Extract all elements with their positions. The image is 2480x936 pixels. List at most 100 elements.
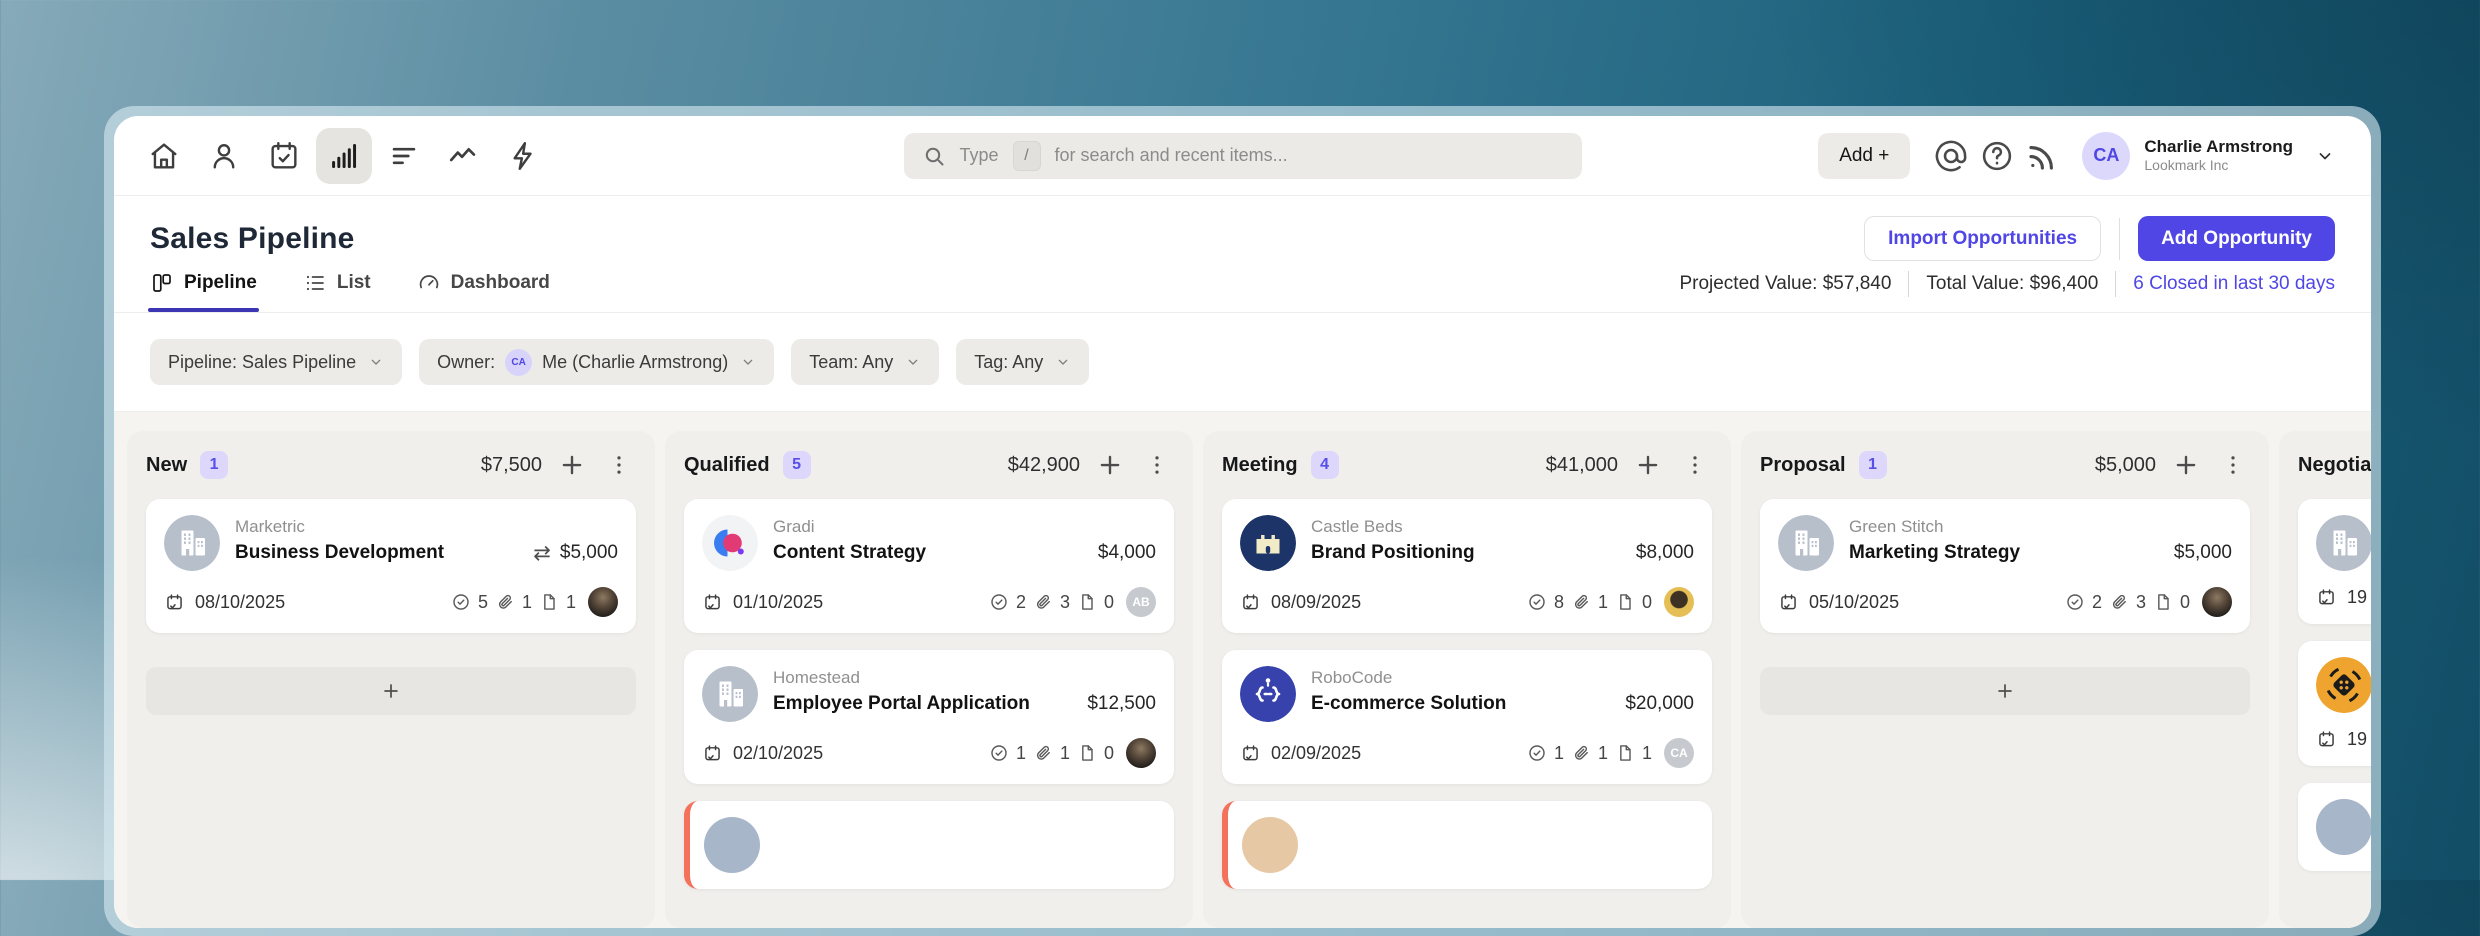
attachments-count: 3 <box>2135 591 2146 612</box>
column-menu-icon[interactable] <box>1678 448 1712 482</box>
projected-value: Projected Value: $57,840 <box>1679 273 1892 294</box>
closed-deals-link[interactable]: 6 Closed in last 30 days <box>2133 273 2335 295</box>
calendar-tasks-icon[interactable] <box>256 128 312 184</box>
pipeline-column-qualified: Qualified 5 $42,900 Gradi Content Strate… <box>665 431 1193 928</box>
tag-filter[interactable]: Tag: Any <box>956 339 1090 385</box>
opportunity-card[interactable]: 19 <box>2298 499 2371 624</box>
column-add-icon[interactable] <box>555 448 589 482</box>
deal-title: Marketing Strategy <box>1849 542 2021 563</box>
tabs-row: Pipeline List Dashboard Projected Value:… <box>148 271 2335 312</box>
card-list: 19 19 <box>2298 499 2371 871</box>
title-value-row: Marketing Strategy $5,000 <box>1849 542 2232 564</box>
assignee-avatar <box>588 587 618 617</box>
company-logo-building <box>1778 515 1834 571</box>
tab-dashboard[interactable]: Dashboard <box>417 271 550 312</box>
title-value-row: Business Development ⇄ $5,000 <box>235 542 618 564</box>
activity-trend-icon[interactable] <box>436 128 492 184</box>
tasks-count: 1 <box>1015 742 1026 763</box>
add-card-button[interactable] <box>146 667 636 715</box>
tab-pipeline[interactable]: Pipeline <box>148 271 259 312</box>
column-header: Negotiation <box>2298 431 2371 499</box>
owner-filter[interactable]: Owner: CA Me (Charlie Armstrong) <box>419 339 775 385</box>
card-footer: 01/10/2025 2 3 0 AB <box>702 587 1156 617</box>
automation-bolt-icon[interactable] <box>496 128 552 184</box>
card-info <box>1313 817 1694 873</box>
main-nav <box>136 127 552 184</box>
add-card-button[interactable] <box>1760 667 2250 715</box>
company-name: Gradi <box>773 517 815 536</box>
due-date: 02/10/2025 <box>733 742 824 763</box>
mentions-icon[interactable] <box>1928 133 1974 179</box>
feed-icon[interactable] <box>2020 133 2066 179</box>
company-logo-building <box>2316 515 2371 571</box>
company-logo <box>2316 799 2371 855</box>
attachment-icon <box>1571 592 1591 612</box>
notes-count: 0 <box>1641 591 1652 612</box>
card-top <box>1242 817 1694 873</box>
card-top: Gradi Content Strategy $4,000 <box>702 515 1156 571</box>
tab-list[interactable]: List <box>303 271 371 312</box>
calendar-icon <box>1778 592 1799 613</box>
contacts-icon[interactable] <box>196 128 252 184</box>
quick-add-button[interactable]: Add + <box>1818 132 1911 179</box>
list-icon <box>303 271 327 295</box>
global-search-input[interactable]: Type / for search and recent items... <box>903 132 1582 179</box>
opportunity-card[interactable]: 19 <box>2298 641 2371 766</box>
opportunity-card[interactable]: RoboCode E-commerce Solution $20,000 02/… <box>1222 650 1712 784</box>
deal-title: Business Development <box>235 542 445 563</box>
deal-value: $5,000 <box>559 542 618 563</box>
opportunity-card-partial[interactable] <box>2298 783 2371 871</box>
pipeline-column-proposal: Proposal 1 $5,000 Green Stitch Marketing… <box>1741 431 2269 928</box>
opportunity-card[interactable]: Gradi Content Strategy $4,000 01/10/2025 <box>684 499 1174 633</box>
add-opportunity-button[interactable]: Add Opportunity <box>2138 216 2335 261</box>
team-filter[interactable]: Team: Any <box>791 339 940 385</box>
attachment-icon <box>1571 743 1591 763</box>
notes-count: 1 <box>565 591 576 612</box>
column-menu-icon[interactable] <box>1140 448 1174 482</box>
chevron-down-icon <box>1055 354 1071 370</box>
deal-value: $20,000 <box>1625 693 1694 714</box>
opportunity-card[interactable]: Green Stitch Marketing Strategy $5,000 0… <box>1760 499 2250 633</box>
kanban-icon <box>150 271 174 295</box>
column-count-badge: 5 <box>782 451 811 479</box>
column-total-value: $41,000 <box>1545 453 1618 476</box>
column-header: Meeting 4 $41,000 <box>1222 431 1712 499</box>
home-icon[interactable] <box>136 128 192 184</box>
tasks-check-icon <box>451 592 471 612</box>
user-name: Charlie Armstrong <box>2144 136 2293 156</box>
card-footer: 08/09/2025 8 1 0 <box>1240 587 1694 617</box>
help-icon[interactable] <box>1974 133 2020 179</box>
opportunity-card[interactable]: Castle Beds Brand Positioning $8,000 08/… <box>1222 499 1712 633</box>
company-name: RoboCode <box>1311 668 1393 687</box>
tab-label: Dashboard <box>450 272 550 293</box>
toolbar-right-cluster: Add + CA Charlie Armstrong Lookmark Inc <box>1818 131 2335 180</box>
card-meta: 2 3 0 <box>2065 587 2232 617</box>
tasks-check-icon <box>989 592 1009 612</box>
team-filter-label: Team: Any <box>809 351 894 372</box>
user-menu[interactable]: CA Charlie Armstrong Lookmark Inc <box>2082 131 2335 180</box>
notes-icon <box>2153 592 2173 612</box>
opportunity-card-partial[interactable] <box>1222 801 1712 889</box>
opportunity-card[interactable]: Homestead Employee Portal Application $1… <box>684 650 1174 784</box>
opportunity-card[interactable]: Marketric Business Development ⇄ $5,000 … <box>146 499 636 633</box>
card-info: Marketric Business Development ⇄ $5,000 <box>235 515 618 571</box>
opportunity-card-partial[interactable] <box>684 801 1174 889</box>
stats-divider <box>2115 271 2117 297</box>
import-opportunities-button[interactable]: Import Opportunities <box>1864 216 2102 261</box>
assignee-avatar: AB <box>1126 587 1156 617</box>
column-menu-icon[interactable] <box>602 448 636 482</box>
column-total-value: $42,900 <box>1007 453 1080 476</box>
column-header: New 1 $7,500 <box>146 431 636 499</box>
deal-title: Employee Portal Application <box>773 693 1030 714</box>
column-header: Proposal 1 $5,000 <box>1760 431 2250 499</box>
tasks-check-icon <box>2065 592 2085 612</box>
column-add-icon[interactable] <box>2169 448 2203 482</box>
column-menu-icon[interactable] <box>2216 448 2250 482</box>
sort-lines-icon[interactable] <box>376 128 432 184</box>
column-add-icon[interactable] <box>1631 448 1665 482</box>
column-add-icon[interactable] <box>1093 448 1127 482</box>
pipeline-filter[interactable]: Pipeline: Sales Pipeline <box>150 339 403 385</box>
pipeline-chart-icon[interactable] <box>316 127 372 184</box>
card-info: Gradi Content Strategy $4,000 <box>773 515 1156 571</box>
column-name: Qualified <box>684 453 770 476</box>
